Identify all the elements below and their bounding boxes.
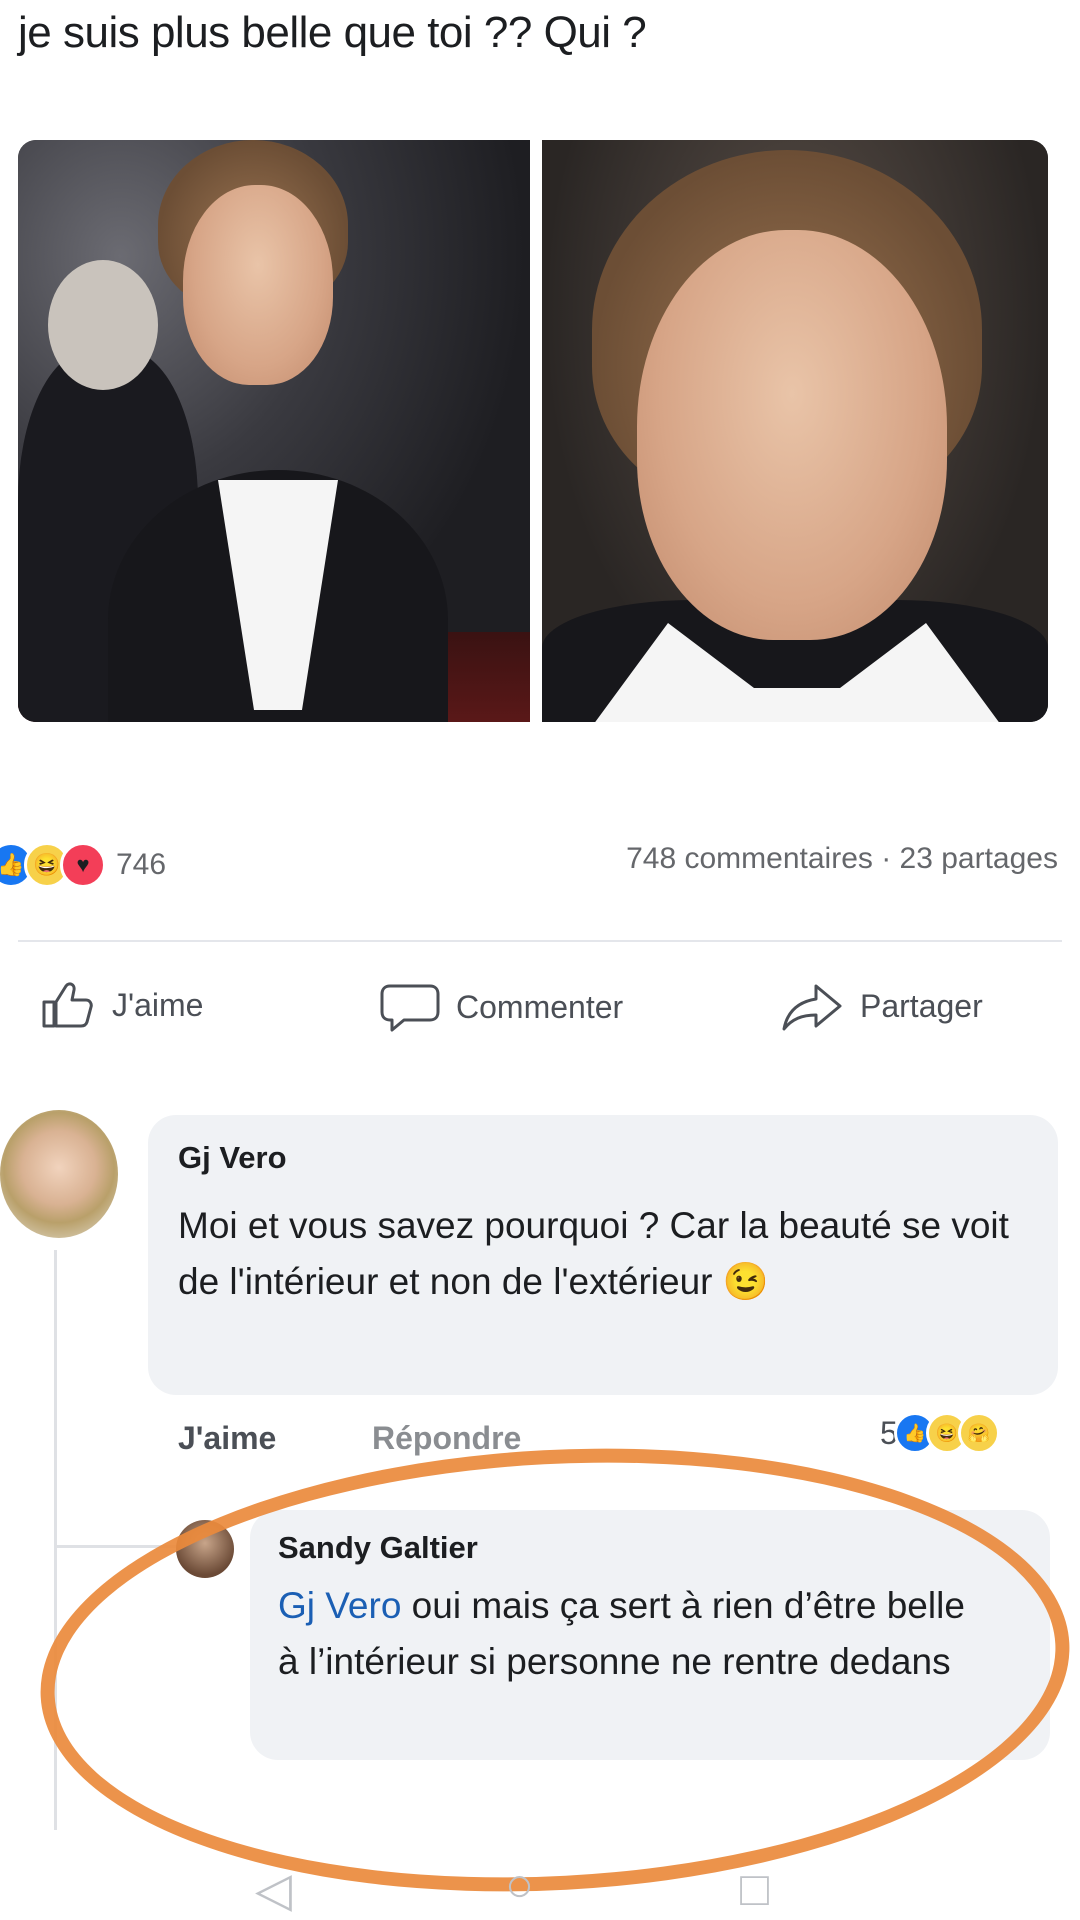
highlight-circle <box>29 1423 1080 1917</box>
comment-reply-button[interactable]: Répondre <box>372 1420 521 1457</box>
avatar[interactable] <box>0 1110 118 1238</box>
share-icon <box>782 984 842 1031</box>
recents-nav-icon[interactable]: □ <box>740 1862 769 1917</box>
comment-like-button[interactable]: J'aime <box>178 1420 276 1457</box>
divider <box>18 940 1062 942</box>
reaction-count: 746 <box>116 848 167 881</box>
home-nav-icon[interactable]: ○ <box>505 1858 534 1913</box>
post-photo-right[interactable] <box>542 140 1048 722</box>
post-text: je suis plus belle que toi ?? Qui ? <box>18 8 647 57</box>
back-nav-icon[interactable]: ◁ <box>255 1862 292 1918</box>
post-photo-left[interactable] <box>18 140 530 722</box>
wink-emoji-icon: 😉 <box>722 1261 769 1302</box>
comment-author[interactable]: Gj Vero <box>178 1140 287 1176</box>
comment-text: Moi et vous savez pourquoi ? Car la beau… <box>178 1205 1009 1302</box>
love-icon: ♥ <box>60 842 106 888</box>
comment-icon <box>380 984 440 1032</box>
comment-button-label: Commenter <box>456 988 624 1025</box>
like-button-label: J'aime <box>112 986 204 1023</box>
share-button[interactable]: Partager <box>780 980 983 1032</box>
comment-button[interactable]: Commenter <box>380 980 623 1034</box>
comment-reactions[interactable]: 5 👍 😆 🤗 <box>880 1412 1000 1454</box>
reactions-summary[interactable]: 👍 😆 ♥ 746 <box>0 842 166 888</box>
like-button[interactable]: J'aime <box>40 980 203 1030</box>
share-button-label: Partager <box>860 987 983 1024</box>
post-stats[interactable]: 748 commentaires · 23 partages <box>626 842 1058 876</box>
thumbs-up-icon <box>42 982 93 1028</box>
care-icon: 🤗 <box>957 1412 1000 1454</box>
